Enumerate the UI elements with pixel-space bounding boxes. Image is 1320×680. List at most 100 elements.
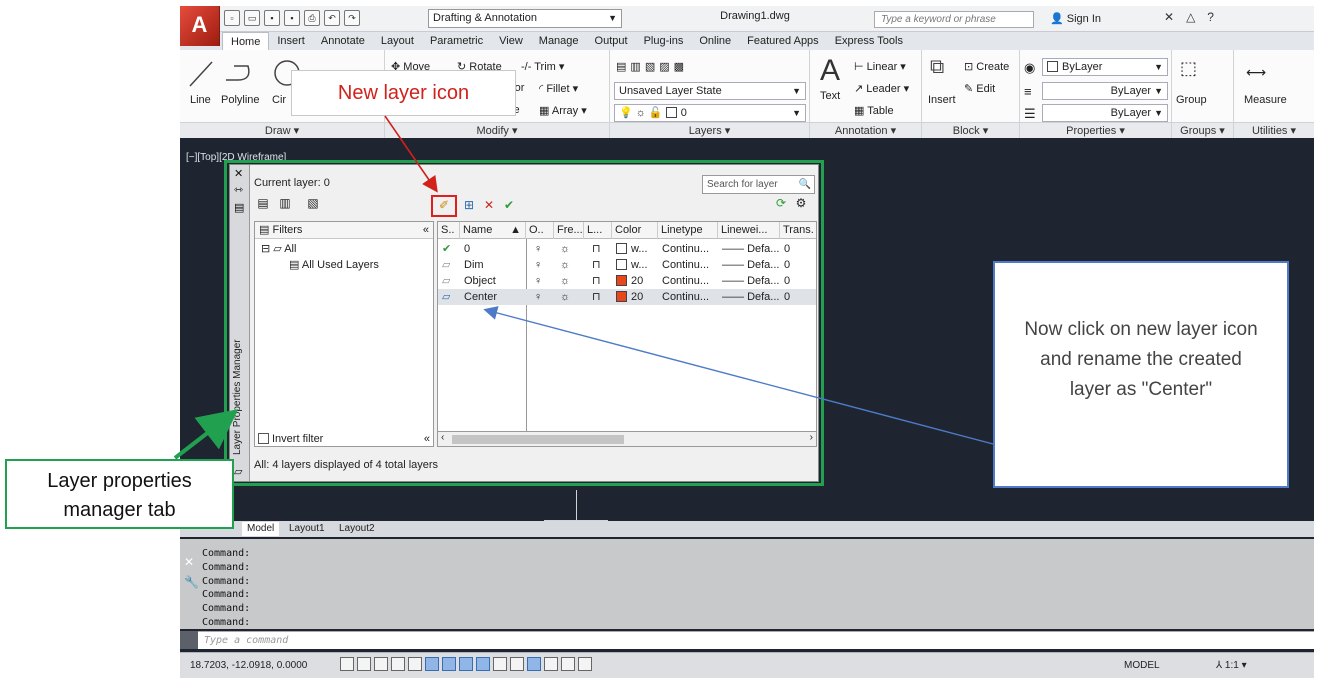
- sun-icon[interactable]: ☼: [560, 257, 570, 273]
- insert-button[interactable]: Insert: [928, 94, 956, 106]
- model-space-toggle[interactable]: MODEL: [1124, 660, 1160, 671]
- horizontal-scrollbar[interactable]: ‹ ›: [437, 431, 817, 447]
- lpm-side-tab[interactable]: ✕ ⇿ ▤ Layer Properties Manager ▱: [230, 165, 250, 481]
- layer-lineweight[interactable]: —— Defa...: [722, 289, 779, 305]
- properties-menu-icon[interactable]: ▤: [234, 201, 244, 214]
- new-property-filter-icon[interactable]: ▤: [254, 195, 272, 211]
- invert-filter-checkbox[interactable]: [258, 433, 269, 444]
- tree-item-all-used[interactable]: ▤ All Used Layers: [289, 258, 379, 271]
- tab-annotate[interactable]: Annotate: [313, 32, 373, 50]
- layer-state-dropdown[interactable]: Unsaved Layer State ▼: [614, 82, 806, 100]
- a360-icon[interactable]: △: [1186, 10, 1195, 24]
- infer-constraints-icon[interactable]: [340, 657, 354, 671]
- layer-iso-icon[interactable]: ▧: [645, 61, 659, 73]
- collapse-icon[interactable]: «: [424, 431, 430, 447]
- layer-color[interactable]: w...: [616, 257, 648, 273]
- lineweight-dropdown[interactable]: ByLayer ▼: [1042, 104, 1168, 122]
- layer-linetype[interactable]: Continu...: [662, 273, 709, 289]
- quick-properties-icon[interactable]: [544, 657, 558, 671]
- tab-featured-apps[interactable]: Featured Apps: [739, 32, 827, 50]
- create-block-button[interactable]: ⊡ Create: [964, 60, 1009, 73]
- auto-hide-icon[interactable]: ⇿: [234, 183, 243, 196]
- col-lineweight[interactable]: Linewei...: [718, 222, 780, 239]
- fillet-button[interactable]: ◜ Fillet ▾: [539, 82, 578, 95]
- layer-color[interactable]: w...: [616, 241, 648, 257]
- scroll-right-icon[interactable]: ›: [810, 432, 813, 443]
- annotation-monitor-icon[interactable]: [578, 657, 592, 671]
- circle-button[interactable]: Cir: [272, 94, 286, 106]
- undo-icon[interactable]: ↶: [324, 10, 340, 26]
- col-status[interactable]: S..: [438, 222, 460, 239]
- lightbulb-icon[interactable]: ♀: [534, 289, 542, 305]
- transparency-icon[interactable]: [527, 657, 541, 671]
- lightbulb-icon[interactable]: ♀: [534, 241, 542, 257]
- layer-color[interactable]: 20: [616, 273, 643, 289]
- layer-transparency[interactable]: 0: [784, 257, 790, 273]
- leader-button[interactable]: ↗ Leader ▾: [854, 82, 909, 95]
- settings-icon[interactable]: ⚙: [792, 195, 810, 211]
- layer-linetype[interactable]: Continu...: [662, 289, 709, 305]
- linear-dimension-button[interactable]: ⊢ Linear ▾: [854, 60, 906, 73]
- help-icon[interactable]: ?: [1207, 10, 1214, 24]
- unlock-icon[interactable]: ⊓: [592, 289, 601, 305]
- osnap-icon[interactable]: [425, 657, 439, 671]
- close-icon[interactable]: ✕: [184, 555, 194, 569]
- layer-match-icon[interactable]: ▥: [630, 61, 644, 73]
- tab-insert[interactable]: Insert: [269, 32, 313, 50]
- layer-row[interactable]: ✔ 0 ♀ ☼ ⊓ w... Continu... —— Defa... 0: [438, 241, 816, 257]
- col-freeze[interactable]: Fre...: [554, 222, 584, 239]
- annotation-panel-title[interactable]: Annotation ▾: [810, 122, 921, 138]
- layer-lineweight[interactable]: —— Defa...: [722, 273, 779, 289]
- otrack-icon[interactable]: [459, 657, 473, 671]
- ducs-icon[interactable]: [476, 657, 490, 671]
- line-button[interactable]: Line: [190, 94, 211, 106]
- layer-unisolate-icon[interactable]: ▨: [659, 61, 673, 73]
- save-as-icon[interactable]: ▪: [284, 10, 300, 26]
- unlock-icon[interactable]: ⊓: [592, 257, 601, 273]
- modify-panel-title[interactable]: Modify ▾: [385, 122, 609, 138]
- table-button[interactable]: ▦ Table: [854, 104, 894, 117]
- new-layer-vp-frozen-icon[interactable]: ⊞: [460, 197, 478, 213]
- tab-plug-ins[interactable]: Plug-ins: [636, 32, 692, 50]
- utilities-panel-title[interactable]: Utilities ▾: [1234, 122, 1314, 138]
- col-transparency[interactable]: Trans.: [780, 222, 816, 239]
- unlock-icon[interactable]: ⊓: [592, 241, 601, 257]
- tab-express-tools[interactable]: Express Tools: [827, 32, 911, 50]
- lightbulb-icon[interactable]: ♀: [534, 257, 542, 273]
- tab-model[interactable]: Model: [242, 522, 280, 536]
- tab-online[interactable]: Online: [691, 32, 739, 50]
- unlock-icon[interactable]: ⊓: [592, 273, 601, 289]
- layer-row[interactable]: ▱ Center ♀ ☼ ⊓ 20 Continu... —— Defa... …: [438, 289, 816, 305]
- layer-transparency[interactable]: 0: [784, 273, 790, 289]
- properties-panel-title[interactable]: Properties ▾: [1020, 122, 1171, 138]
- measure-button[interactable]: Measure: [1244, 94, 1287, 106]
- array-button[interactable]: ▦ Array ▾: [539, 104, 587, 117]
- selection-cycling-icon[interactable]: [561, 657, 575, 671]
- viewport-controls[interactable]: [−][Top][2D Wireframe]: [186, 152, 286, 163]
- tab-home[interactable]: Home: [222, 32, 270, 50]
- color-dropdown[interactable]: ByLayer ▼: [1042, 58, 1168, 76]
- annotation-scale[interactable]: ⅄ 1:1 ▾: [1216, 660, 1247, 671]
- sign-in-link[interactable]: 👤 Sign In: [1050, 12, 1101, 25]
- layer-color[interactable]: 20: [616, 289, 643, 305]
- layer-row[interactable]: ▱ Object ♀ ☼ ⊓ 20 Continu... —— Defa... …: [438, 273, 816, 289]
- exchange-icon[interactable]: ✕: [1164, 10, 1174, 24]
- sun-icon[interactable]: ☼: [560, 289, 570, 305]
- tab-output[interactable]: Output: [587, 32, 636, 50]
- layer-transparency[interactable]: 0: [784, 289, 790, 305]
- scroll-left-icon[interactable]: ‹: [441, 432, 444, 443]
- tab-manage[interactable]: Manage: [531, 32, 587, 50]
- layer-row[interactable]: ▱ Dim ♀ ☼ ⊓ w... Continu... —— Defa... 0: [438, 257, 816, 273]
- open-file-icon[interactable]: ▭: [244, 10, 260, 26]
- sun-icon[interactable]: ☼: [560, 241, 570, 257]
- group-button[interactable]: Group: [1176, 94, 1207, 106]
- command-input[interactable]: Type a command: [198, 631, 1314, 649]
- refresh-icon[interactable]: ⟳: [772, 195, 790, 211]
- collapse-icon[interactable]: «: [423, 222, 429, 238]
- col-name[interactable]: Name ▲: [460, 222, 526, 239]
- dyn-icon[interactable]: [493, 657, 507, 671]
- tree-toggle-icon[interactable]: ⊟: [261, 243, 270, 255]
- layer-dropdown[interactable]: 💡 ☼ 🔓 0 ▼: [614, 104, 806, 122]
- workspace-dropdown[interactable]: Drafting & Annotation ▼: [428, 9, 622, 28]
- layer-properties-icon[interactable]: ▤: [616, 61, 630, 73]
